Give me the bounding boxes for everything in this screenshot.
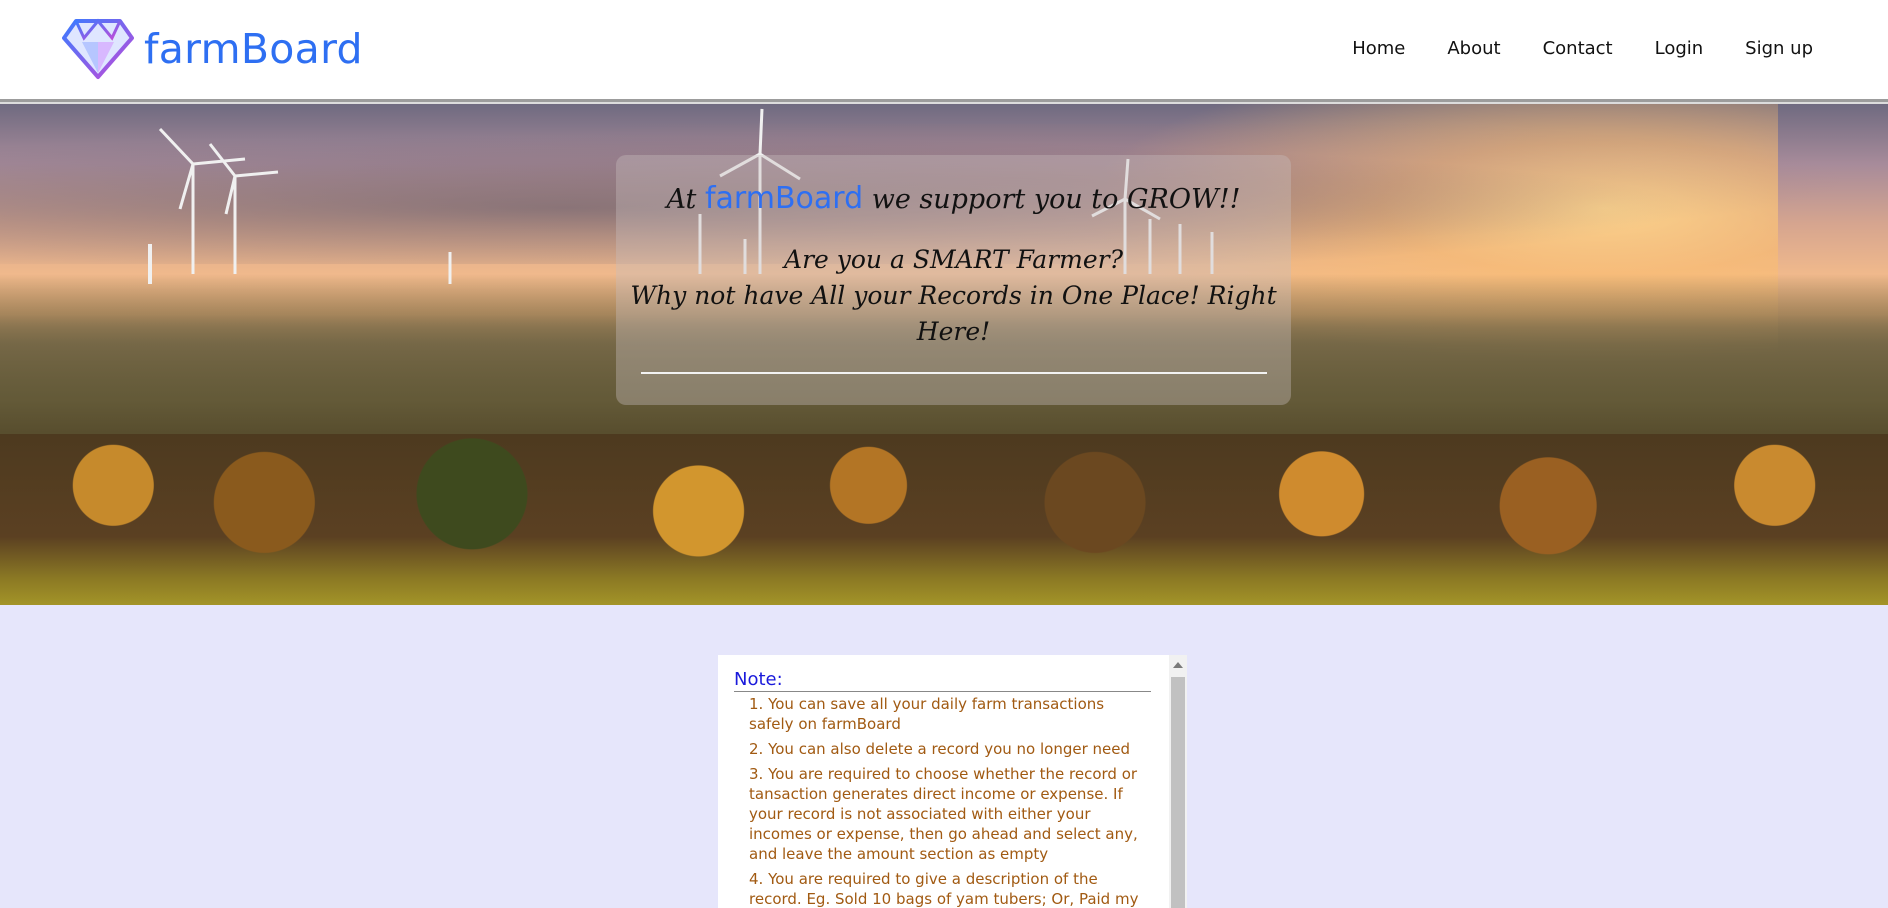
brand-name[interactable]: farmBoard	[144, 25, 363, 73]
note-item: 3. You are required to choose whether th…	[749, 765, 1138, 863]
nav-link-home[interactable]: Home	[1352, 38, 1405, 59]
hero-subtitle: Are you a SMART Farmer? Why not have All…	[616, 242, 1291, 350]
hero-divider	[640, 372, 1267, 374]
nav-links: Home About Contact Login Sign up	[1310, 38, 1813, 59]
hero-question: Are you a SMART Farmer?	[784, 245, 1123, 274]
nav-link-contact[interactable]: Contact	[1543, 38, 1613, 59]
hero-call-to-action: Why not have All your Records in One Pla…	[630, 281, 1277, 346]
note-scrollbar[interactable]	[1169, 655, 1187, 908]
brand[interactable]: farmBoard	[62, 18, 363, 80]
diamond-logo-icon	[62, 18, 134, 80]
hero-tagline-suffix: we support you to GROW!!	[871, 184, 1241, 215]
scroll-up-arrow-icon[interactable]	[1173, 662, 1183, 668]
hero-tagline-brand: farmBoard	[704, 181, 864, 216]
nav-link-login[interactable]: Login	[1655, 38, 1704, 59]
nav-link-signup[interactable]: Sign up	[1745, 38, 1813, 59]
hero-tagline: At farmBoard we support you to GROW!!	[616, 181, 1291, 216]
note-box: Note: 1. You can save all your daily far…	[718, 655, 1187, 908]
hero-village-trees	[0, 434, 1888, 605]
hero-tagline-prefix: At	[666, 184, 697, 215]
hero-text-panel: At farmBoard we support you to GROW!! Ar…	[616, 155, 1291, 405]
note-title: Note:	[734, 669, 1151, 692]
note-item: 2. You can also delete a record you no l…	[749, 740, 1131, 758]
navbar: farmBoard Home About Contact Login Sign …	[0, 0, 1888, 102]
note-content: Note: 1. You can save all your daily far…	[734, 669, 1151, 908]
nav-link-about[interactable]: About	[1447, 38, 1500, 59]
note-list: 1. You can save all your daily farm tran…	[734, 694, 1151, 908]
note-item: 4. You are required to give a descriptio…	[749, 870, 1139, 908]
scroll-thumb[interactable]	[1171, 677, 1185, 908]
note-item: 1. You can save all your daily farm tran…	[749, 695, 1105, 733]
